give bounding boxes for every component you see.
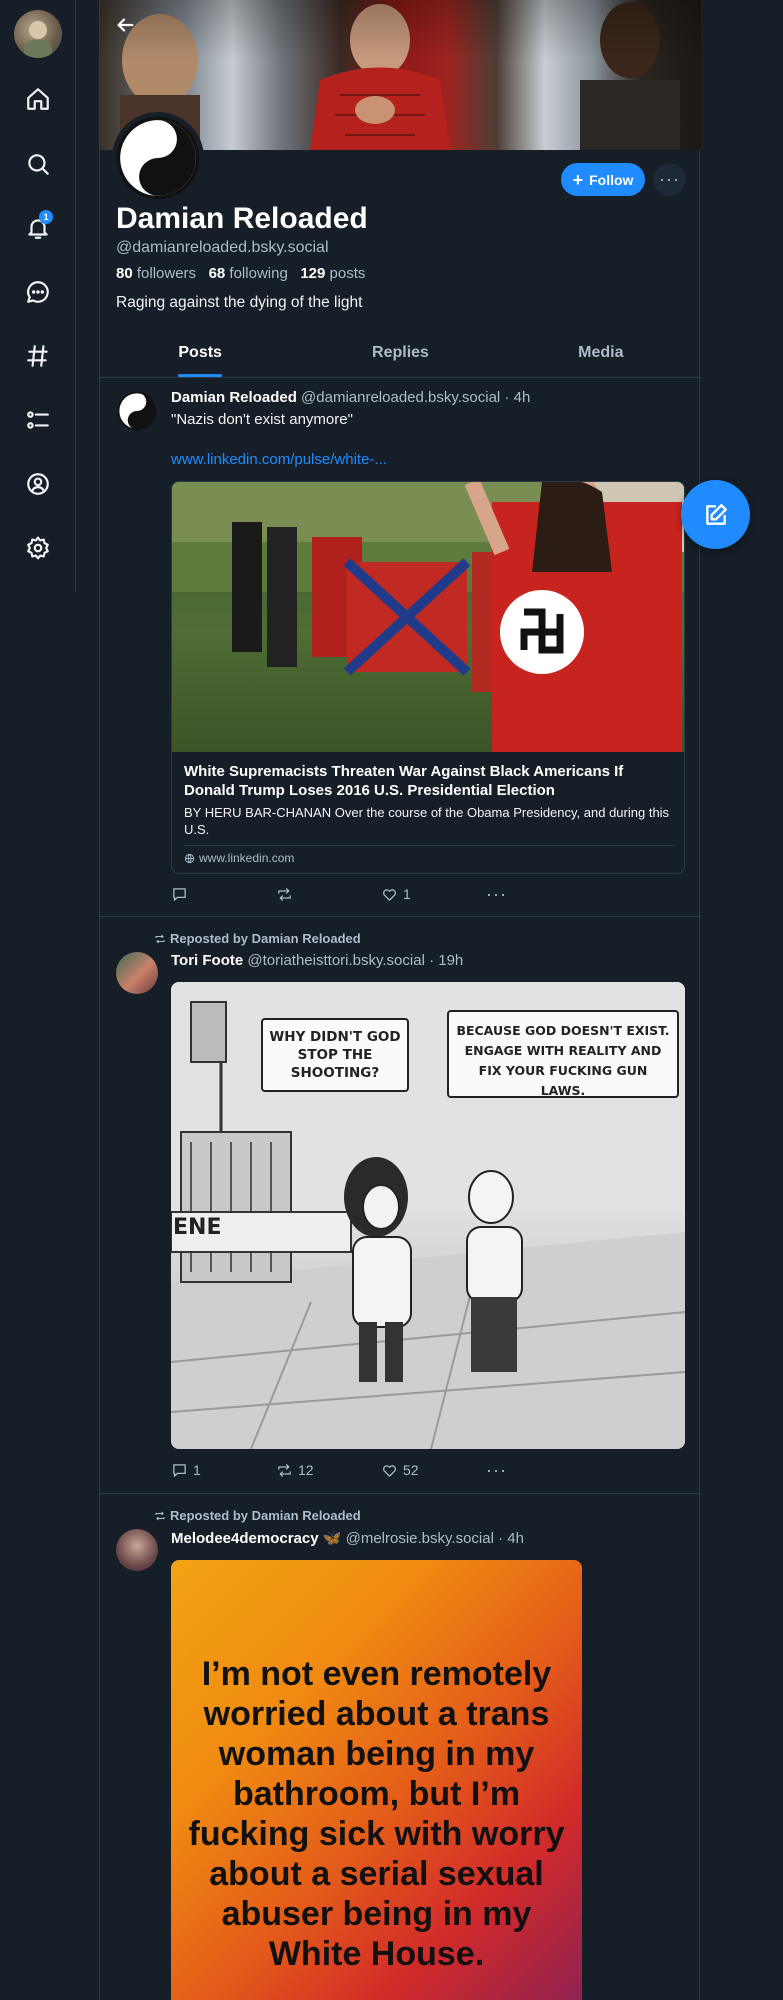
profile-bio: Raging against the dying of the light bbox=[116, 294, 363, 311]
speech-bubble-left: Why didn't God stop the shooting? bbox=[261, 1018, 409, 1092]
feed-post[interactable]: Damian Reloaded @damianreloaded.bsky.soc… bbox=[100, 378, 701, 917]
link-preview-image bbox=[172, 482, 684, 752]
like-button[interactable]: 1 bbox=[381, 886, 486, 903]
tab-replies[interactable]: Replies bbox=[300, 336, 500, 377]
tab-media[interactable]: Media bbox=[501, 336, 701, 377]
ellipsis-icon: ··· bbox=[486, 1459, 507, 1480]
chat-bubble-icon bbox=[27, 281, 49, 303]
yin-yang-icon bbox=[117, 391, 157, 431]
post-image-cartoon[interactable]: Why didn't God stop the shooting? Becaus… bbox=[171, 982, 685, 1449]
search-nav-button[interactable] bbox=[18, 144, 58, 184]
settings-nav-button[interactable] bbox=[18, 528, 58, 568]
heart-icon bbox=[383, 888, 396, 901]
comment-icon bbox=[173, 1463, 186, 1477]
post-more-button[interactable]: ··· bbox=[486, 884, 591, 905]
posts-stat: 129 posts bbox=[300, 265, 366, 282]
post-author-handle[interactable]: @damianreloaded.bsky.social · 4h bbox=[301, 389, 530, 406]
butterfly-icon: 🦋 bbox=[322, 1530, 342, 1547]
search-icon bbox=[28, 154, 49, 175]
post-actions: 1 12 52 ··· bbox=[171, 1460, 591, 1480]
tab-posts[interactable]: Posts bbox=[100, 336, 300, 377]
repost-icon bbox=[155, 1511, 165, 1520]
post-header: Damian Reloaded @damianreloaded.bsky.soc… bbox=[171, 389, 530, 406]
repost-icon bbox=[278, 1463, 291, 1477]
speech-bubble-right: Because God doesn't exist. Engage with r… bbox=[447, 1010, 679, 1098]
profile-avatar[interactable] bbox=[112, 112, 204, 204]
cartoon-sign-text: ENE bbox=[173, 1215, 222, 1240]
post-header: Melodee4democracy 🦋 @melrosie.bsky.socia… bbox=[171, 1529, 524, 1547]
following-stat[interactable]: 68 following bbox=[209, 265, 288, 282]
profile-nav-button[interactable] bbox=[18, 464, 58, 504]
home-nav-button[interactable] bbox=[18, 79, 58, 119]
profile-stats: 80 followers 68 following 129 posts bbox=[116, 265, 365, 282]
repost-button[interactable]: 12 bbox=[276, 1462, 381, 1479]
back-button[interactable] bbox=[110, 10, 140, 40]
post-image-quote[interactable]: I’m not even remotely worried about a tr… bbox=[171, 1560, 582, 2000]
notifications-badge: 1 bbox=[39, 210, 53, 224]
feed-post[interactable]: Reposted by Damian Reloaded Melodee4demo… bbox=[100, 1494, 701, 2000]
main-column: + Follow ··· Damian Reloaded @damianrelo… bbox=[99, 0, 701, 2000]
post-author-handle[interactable]: @melrosie.bsky.social · 4h bbox=[346, 1530, 524, 1547]
lists-nav-button[interactable] bbox=[18, 400, 58, 440]
followers-stat[interactable]: 80 followers bbox=[116, 265, 196, 282]
hashtag-icon bbox=[27, 345, 48, 367]
plus-icon: + bbox=[572, 169, 584, 190]
post-more-button[interactable]: ··· bbox=[486, 1460, 591, 1481]
arrow-left-icon bbox=[117, 18, 134, 32]
list-icon bbox=[27, 411, 49, 429]
repost-icon bbox=[155, 934, 165, 943]
profile-more-button[interactable]: ··· bbox=[653, 163, 686, 196]
link-preview-domain: www.linkedin.com bbox=[184, 845, 674, 865]
post-author-avatar[interactable] bbox=[116, 390, 158, 432]
post-author-avatar[interactable] bbox=[116, 952, 158, 994]
yin-yang-icon bbox=[116, 116, 200, 200]
comment-icon bbox=[173, 887, 186, 901]
follow-button[interactable]: + Follow bbox=[561, 163, 645, 196]
ellipsis-icon: ··· bbox=[486, 883, 507, 904]
link-preview-description: BY HERU BAR-CHANAN Over the course of th… bbox=[184, 805, 670, 837]
repost-icon bbox=[278, 887, 291, 901]
user-circle-icon bbox=[27, 473, 49, 495]
quote-image-text: I’m not even remotely worried about a tr… bbox=[188, 1655, 565, 1973]
current-user-avatar[interactable] bbox=[14, 10, 62, 58]
notifications-nav-button[interactable]: 1 bbox=[18, 208, 58, 248]
post-header: Tori Foote @toriatheisttori.bsky.social … bbox=[171, 952, 463, 969]
gear-icon bbox=[27, 536, 49, 560]
like-button[interactable]: 52 bbox=[381, 1462, 486, 1479]
feeds-nav-button[interactable] bbox=[18, 336, 58, 376]
repost-button[interactable] bbox=[276, 886, 381, 903]
compose-icon bbox=[705, 503, 727, 525]
post-author-avatar[interactable] bbox=[116, 1529, 158, 1571]
reply-button[interactable]: 1 bbox=[171, 1462, 276, 1479]
chat-nav-button[interactable] bbox=[18, 272, 58, 312]
left-nav-rail: 1 bbox=[0, 0, 76, 592]
repost-indicator: Reposted by Damian Reloaded bbox=[154, 931, 361, 946]
profile-tabs: Posts Replies Media bbox=[100, 336, 701, 378]
globe-icon bbox=[184, 853, 195, 863]
heart-icon bbox=[383, 1464, 396, 1477]
ellipsis-icon: ··· bbox=[659, 169, 680, 189]
feed-post[interactable]: Reposted by Damian Reloaded Tori Foote @… bbox=[100, 917, 701, 1494]
link-preview-card[interactable]: White Supremacists Threaten War Against … bbox=[171, 481, 685, 874]
compose-post-button[interactable] bbox=[681, 480, 750, 549]
post-actions: 1 ··· bbox=[171, 884, 591, 904]
link-preview-title: White Supremacists Threaten War Against … bbox=[184, 763, 624, 799]
profile-display-name: Damian Reloaded bbox=[116, 202, 368, 235]
follow-label: Follow bbox=[589, 171, 634, 188]
post-text: "Nazis don't exist anymore" bbox=[171, 411, 353, 428]
reply-button[interactable] bbox=[171, 886, 276, 903]
post-author-name[interactable]: Melodee4democracy bbox=[171, 1530, 319, 1547]
profile-handle: @damianreloaded.bsky.social bbox=[116, 239, 329, 256]
home-icon bbox=[27, 88, 49, 110]
post-author-name[interactable]: Damian Reloaded bbox=[171, 389, 297, 406]
repost-indicator: Reposted by Damian Reloaded bbox=[154, 1508, 361, 1523]
post-author-name[interactable]: Tori Foote bbox=[171, 952, 243, 969]
post-link[interactable]: www.linkedin.com/pulse/white-... bbox=[171, 451, 387, 468]
post-author-handle[interactable]: @toriatheisttori.bsky.social · 19h bbox=[247, 952, 463, 969]
